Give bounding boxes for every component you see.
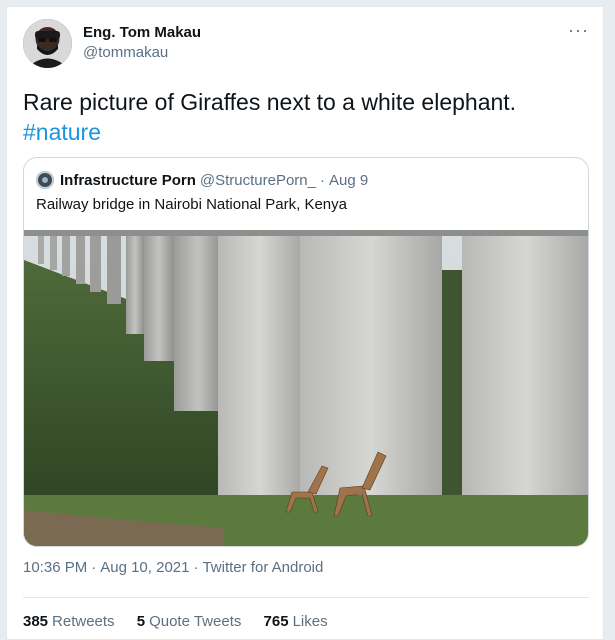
- likes-stat[interactable]: 765 Likes: [264, 613, 328, 630]
- author-handle[interactable]: @tommakau: [83, 44, 168, 61]
- quoted-author-name: Infrastructure Porn: [60, 171, 196, 189]
- separator-dot: ·: [319, 171, 325, 189]
- quoted-text: Railway bridge in Nairobi National Park,…: [36, 196, 347, 213]
- quoted-tweet[interactable]: Infrastructure Porn @StructurePorn_ · Au…: [23, 157, 589, 547]
- likes-label: Likes: [292, 613, 328, 630]
- tweet-client[interactable]: Twitter for Android: [202, 559, 323, 576]
- quoted-author-handle: @StructurePorn_: [199, 171, 316, 189]
- quoted-photo[interactable]: [24, 230, 588, 546]
- tweet-date[interactable]: Aug 10, 2021: [100, 559, 189, 576]
- quote-tweets-stat[interactable]: 5 Quote Tweets: [137, 613, 242, 630]
- quotes-count: 5: [136, 613, 146, 630]
- retweets-stat[interactable]: 385 Retweets: [23, 613, 115, 630]
- tweet-body: Rare picture of Giraffes next to a white…: [23, 89, 517, 115]
- separator-dot: ·: [91, 559, 97, 576]
- tweet-card: Eng. Tom Makau @tommakau ··· Rare pictur…: [6, 6, 604, 640]
- more-horizontal-icon[interactable]: ···: [568, 21, 589, 39]
- retweets-count: 385: [23, 613, 49, 630]
- quoted-tweet-header: Infrastructure Porn @StructurePorn_ · Au…: [36, 170, 368, 190]
- tweet-header: Eng. Tom Makau @tommakau ···: [23, 19, 589, 69]
- tweet-time[interactable]: 10:36 PM: [23, 559, 87, 576]
- separator-dot: ·: [193, 559, 199, 576]
- quotes-label: Quote Tweets: [149, 613, 242, 630]
- author-name[interactable]: Eng. Tom Makau: [83, 24, 201, 41]
- tweet-meta: 10:36 PM · Aug 10, 2021 · Twitter for Androi…: [23, 559, 323, 576]
- tweet-stats: 385 Retweets 5 Quote Tweets 765 Likes: [23, 613, 346, 630]
- retweets-label: Retweets: [52, 613, 115, 630]
- quoted-avatar: [36, 171, 54, 189]
- tweet-text: Rare picture of Giraffes next to a white…: [23, 87, 589, 147]
- quoted-date: Aug 9: [328, 171, 369, 189]
- hashtag-link[interactable]: #nature: [23, 119, 101, 145]
- likes-count: 765: [263, 613, 289, 630]
- avatar[interactable]: [23, 19, 72, 68]
- divider: [23, 597, 589, 598]
